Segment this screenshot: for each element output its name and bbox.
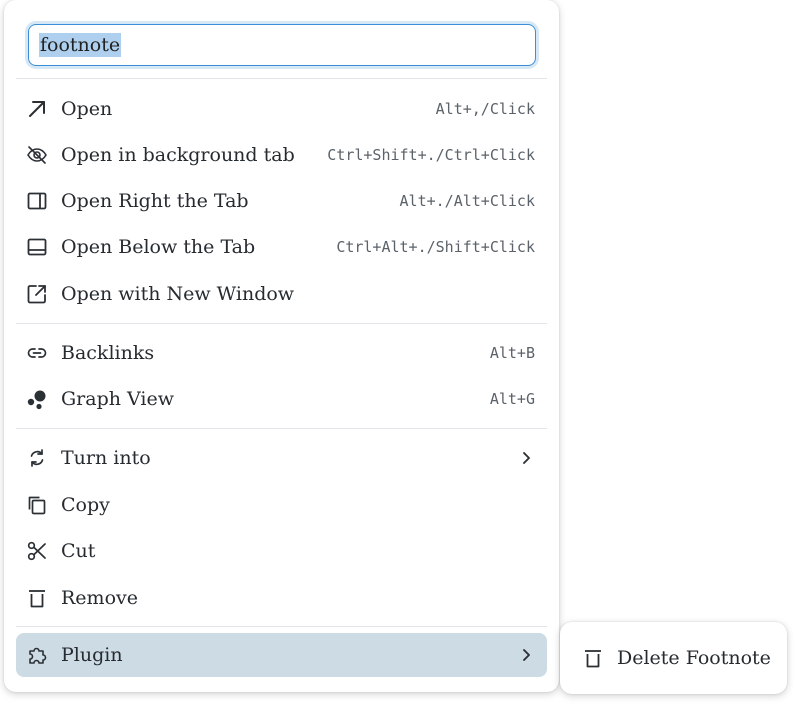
menu-item-label: Turn into	[61, 447, 151, 469]
menu-item-copy[interactable]: Copy	[16, 483, 547, 527]
menu-separator	[16, 626, 547, 627]
menu-item-delete-footnote[interactable]: Delete Footnote	[572, 636, 775, 680]
menu-item-label: Open Below the Tab	[61, 236, 256, 258]
menu-item-open-background[interactable]: Open in background tab Ctrl+Shift+./Ctrl…	[16, 133, 547, 177]
menu-separator	[16, 323, 547, 324]
link-icon	[26, 342, 48, 364]
trash-icon	[582, 647, 604, 669]
scissors-icon	[26, 540, 48, 562]
menu-item-plugin[interactable]: Plugin	[16, 633, 547, 677]
context-menu: footnote Open Alt+,/Click Open in backgr…	[4, 0, 559, 692]
menu-item-cut[interactable]: Cut	[16, 529, 547, 573]
menu-item-backlinks[interactable]: Backlinks Alt+B	[16, 331, 547, 375]
menu-item-label: Remove	[61, 587, 138, 609]
menu-separator	[16, 428, 547, 429]
menu-item-label: Open in background tab	[61, 144, 295, 166]
menu-item-remove[interactable]: Remove	[16, 576, 547, 620]
menu-item-shortcut: Alt+./Alt+Click	[399, 192, 535, 210]
menu-item-open-new-window[interactable]: Open with New Window	[16, 272, 547, 316]
menu-separator	[16, 78, 547, 79]
external-window-icon	[26, 283, 48, 305]
menu-item-shortcut: Alt+,/Click	[435, 100, 535, 118]
menu-item-open[interactable]: Open Alt+,/Click	[16, 87, 547, 131]
menu-item-shortcut: Alt+G	[489, 390, 535, 408]
menu-item-label: Copy	[61, 494, 110, 516]
menu-item-label: Delete Footnote	[617, 647, 771, 669]
menu-item-graph-view[interactable]: Graph View Alt+G	[16, 377, 547, 421]
copy-icon	[26, 494, 48, 516]
menu-item-turn-into[interactable]: Turn into	[16, 436, 547, 480]
chevron-right-icon	[517, 449, 535, 467]
search-input-value[interactable]: footnote	[39, 33, 122, 57]
plugin-submenu: Delete Footnote	[560, 622, 787, 694]
puzzle-icon	[26, 644, 48, 666]
menu-item-label: Open with New Window	[61, 283, 295, 305]
menu-item-label: Cut	[61, 540, 96, 562]
trash-icon	[26, 587, 48, 609]
layout-right-icon	[26, 190, 48, 212]
graph-icon	[26, 388, 48, 410]
menu-item-label: Graph View	[61, 388, 174, 410]
chevron-right-icon	[517, 646, 535, 664]
menu-item-shortcut: Alt+B	[489, 344, 535, 362]
menu-item-shortcut: Ctrl+Alt+./Shift+Click	[336, 238, 535, 256]
layout-bottom-icon	[26, 236, 48, 258]
menu-item-label: Backlinks	[61, 342, 155, 364]
search-input[interactable]: footnote	[28, 24, 536, 66]
menu-item-open-below[interactable]: Open Below the Tab Ctrl+Alt+./Shift+Clic…	[16, 225, 547, 269]
menu-item-label: Plugin	[61, 644, 123, 666]
menu-item-label: Open	[61, 98, 113, 120]
eye-off-icon	[26, 144, 48, 166]
menu-item-label: Open Right the Tab	[61, 190, 249, 212]
menu-item-open-right[interactable]: Open Right the Tab Alt+./Alt+Click	[16, 179, 547, 223]
menu-item-shortcut: Ctrl+Shift+./Ctrl+Click	[327, 146, 535, 164]
refresh-icon	[26, 447, 48, 469]
arrow-up-right-icon	[26, 98, 48, 120]
